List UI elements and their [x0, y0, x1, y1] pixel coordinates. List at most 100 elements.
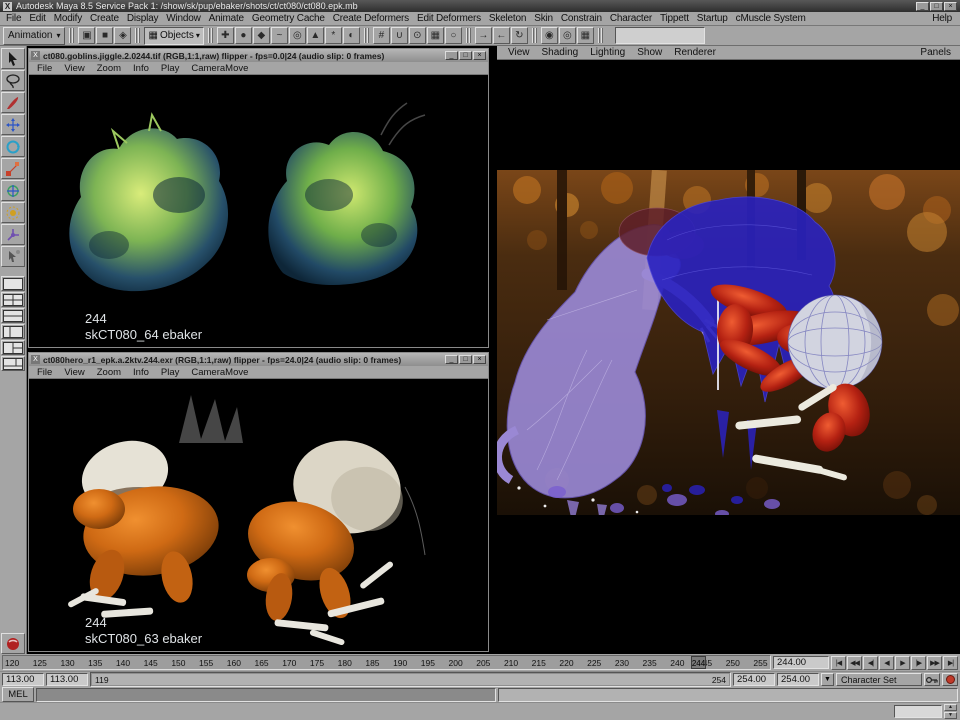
menu-item[interactable]: Animate [205, 13, 248, 24]
command-language-button[interactable]: MEL [2, 687, 34, 702]
current-time-field[interactable]: 244.00 [773, 656, 829, 669]
toolbar-grip[interactable] [466, 28, 471, 43]
menu-item[interactable]: Edit [25, 13, 49, 24]
window-menu-icon[interactable]: X [31, 355, 40, 364]
layout-four-pane-icon[interactable] [1, 292, 25, 307]
toolbar-grip[interactable] [208, 28, 213, 43]
make-live-icon[interactable]: ○ [445, 27, 462, 44]
go-to-start-button[interactable]: |◀ [831, 656, 846, 670]
mask-rendering-icon[interactable]: ◐ [343, 27, 360, 44]
step-back-key-button[interactable]: ◀◀ [847, 656, 862, 670]
menu-item[interactable]: Edit Deformers [413, 13, 485, 24]
auto-keyframe-icon[interactable] [942, 673, 958, 686]
selection-mask-dropdown[interactable]: ▦ Objects ▾ [144, 27, 203, 45]
menu-item[interactable]: Create [86, 13, 123, 24]
menu-item[interactable]: Modify [50, 13, 86, 24]
menu-item[interactable]: Startup [693, 13, 732, 24]
select-by-hierarchy-icon[interactable]: ▣ [78, 27, 95, 44]
menu-item[interactable]: Constrain [557, 13, 606, 24]
menu-item[interactable]: Create Deformers [329, 13, 413, 24]
show-manipulator-tool-icon[interactable] [1, 224, 25, 245]
flipper-menu-item[interactable]: CameraMove [185, 63, 254, 74]
select-by-object-icon[interactable]: ■ [96, 27, 113, 44]
panel-menu-item[interactable]: Renderer [668, 47, 722, 58]
ipr-render-icon[interactable]: ◎ [559, 27, 576, 44]
toolbar-grip[interactable] [135, 28, 140, 43]
flipper-menu-item[interactable]: View [58, 367, 90, 378]
key-icon[interactable] [924, 673, 940, 686]
rotate-tool-icon[interactable] [1, 136, 25, 157]
menu-item-help[interactable]: Help [926, 13, 958, 24]
menu-item[interactable]: Window [162, 13, 204, 24]
menu-item[interactable]: Skin [530, 13, 557, 24]
output-of-selected-icon[interactable]: ← [493, 27, 510, 44]
play-forwards-button[interactable]: ▶ [895, 656, 910, 670]
panel-menu-panels[interactable]: Panels [916, 47, 955, 58]
spinner-down-icon[interactable]: ▼ [944, 712, 957, 719]
soft-mod-tool-icon[interactable] [1, 202, 25, 223]
character-set-menu-button[interactable]: ▼ [821, 673, 834, 686]
current-time-marker[interactable]: 244 [691, 656, 706, 669]
snap-to-curve-icon[interactable]: ∪ [391, 27, 408, 44]
minimize-button[interactable]: _ [445, 355, 458, 364]
window-titlebar[interactable]: X Autodesk Maya 8.5 Service Pack 1: /sho… [0, 0, 960, 12]
flipper-menu-item[interactable]: Play [155, 63, 185, 74]
animation-start-field[interactable]: 113.00 [2, 673, 44, 686]
toolbox-bottom-icon[interactable] [1, 633, 25, 654]
snap-to-grid-icon[interactable]: # [373, 27, 390, 44]
render-globals-icon[interactable]: ▦ [577, 27, 594, 44]
mask-deformations-icon[interactable]: ▲ [307, 27, 324, 44]
range-slider-bar[interactable]: 119 254 [92, 674, 729, 685]
range-slider[interactable]: 119 254 [90, 672, 731, 687]
close-button[interactable]: × [944, 2, 957, 11]
timeline-track[interactable]: 1201251301351401451501551601651701751801… [2, 655, 771, 670]
go-to-end-button[interactable]: ▶| [943, 656, 958, 670]
menu-item[interactable]: Skeleton [485, 13, 530, 24]
panel-menu-item[interactable]: Shading [536, 47, 585, 58]
lasso-tool-icon[interactable] [1, 70, 25, 91]
panel-menu-item[interactable]: View [502, 47, 536, 58]
paint-select-tool-icon[interactable] [1, 92, 25, 113]
maximize-button[interactable]: □ [459, 355, 472, 364]
move-tool-icon[interactable] [1, 114, 25, 135]
menu-item[interactable]: Display [123, 13, 162, 24]
step-forward-key-button[interactable]: ▶▶ [927, 656, 942, 670]
layout-two-pane-stacked-icon[interactable] [1, 308, 25, 323]
playback-end-field[interactable]: 254.00 [733, 673, 775, 686]
flipper-menu-item[interactable]: Zoom [91, 367, 127, 378]
layout-outliner-persp-icon[interactable] [1, 324, 25, 339]
play-backwards-button[interactable]: ◀ [879, 656, 894, 670]
animation-end-field[interactable]: 254.00 [777, 673, 819, 686]
render-current-frame-icon[interactable]: ◉ [541, 27, 558, 44]
panel-menu-item[interactable]: Show [631, 47, 668, 58]
flipper-menu-item[interactable]: CameraMove [185, 367, 254, 378]
flipper-image-hero[interactable]: 244 skCT080_63 ebaker [29, 379, 488, 651]
flipper-menu-item[interactable]: Zoom [91, 63, 127, 74]
mask-joints-icon[interactable]: ◆ [253, 27, 270, 44]
flipper-menu-item[interactable]: Info [127, 367, 155, 378]
minimize-button[interactable]: _ [916, 2, 929, 11]
flipper-menu-item[interactable]: Info [127, 63, 155, 74]
flipper-menu-item[interactable]: File [31, 63, 58, 74]
close-button[interactable]: × [473, 355, 486, 364]
flipper-titlebar[interactable]: X ct080.goblins.jiggle.2.0244.tif (RGB,1… [29, 49, 488, 62]
quick-input-field[interactable] [615, 27, 705, 44]
snap-to-view-plane-icon[interactable]: ▦ [427, 27, 444, 44]
mask-handles-icon[interactable]: ● [235, 27, 252, 44]
window-menu-icon[interactable]: X [31, 51, 40, 60]
menu-item[interactable]: Character [606, 13, 656, 24]
close-button[interactable]: × [473, 51, 486, 60]
mask-surfaces-icon[interactable]: ◎ [289, 27, 306, 44]
flipper-menu-item[interactable]: Play [155, 367, 185, 378]
spinner-up-icon[interactable]: ▲ [944, 704, 957, 711]
step-back-frame-button[interactable]: ◀| [863, 656, 878, 670]
character-set-selector[interactable]: Character Set [836, 673, 922, 686]
minimize-button[interactable]: _ [445, 51, 458, 60]
scale-tool-icon[interactable] [1, 158, 25, 179]
menu-item[interactable]: Tippett [656, 13, 693, 24]
select-tool-icon[interactable] [1, 48, 25, 69]
select-by-component-icon[interactable]: ◈ [114, 27, 131, 44]
flipper-menu-item[interactable]: View [58, 63, 90, 74]
mask-dynamics-icon[interactable]: * [325, 27, 342, 44]
layout-single-pane-icon[interactable] [1, 276, 25, 291]
